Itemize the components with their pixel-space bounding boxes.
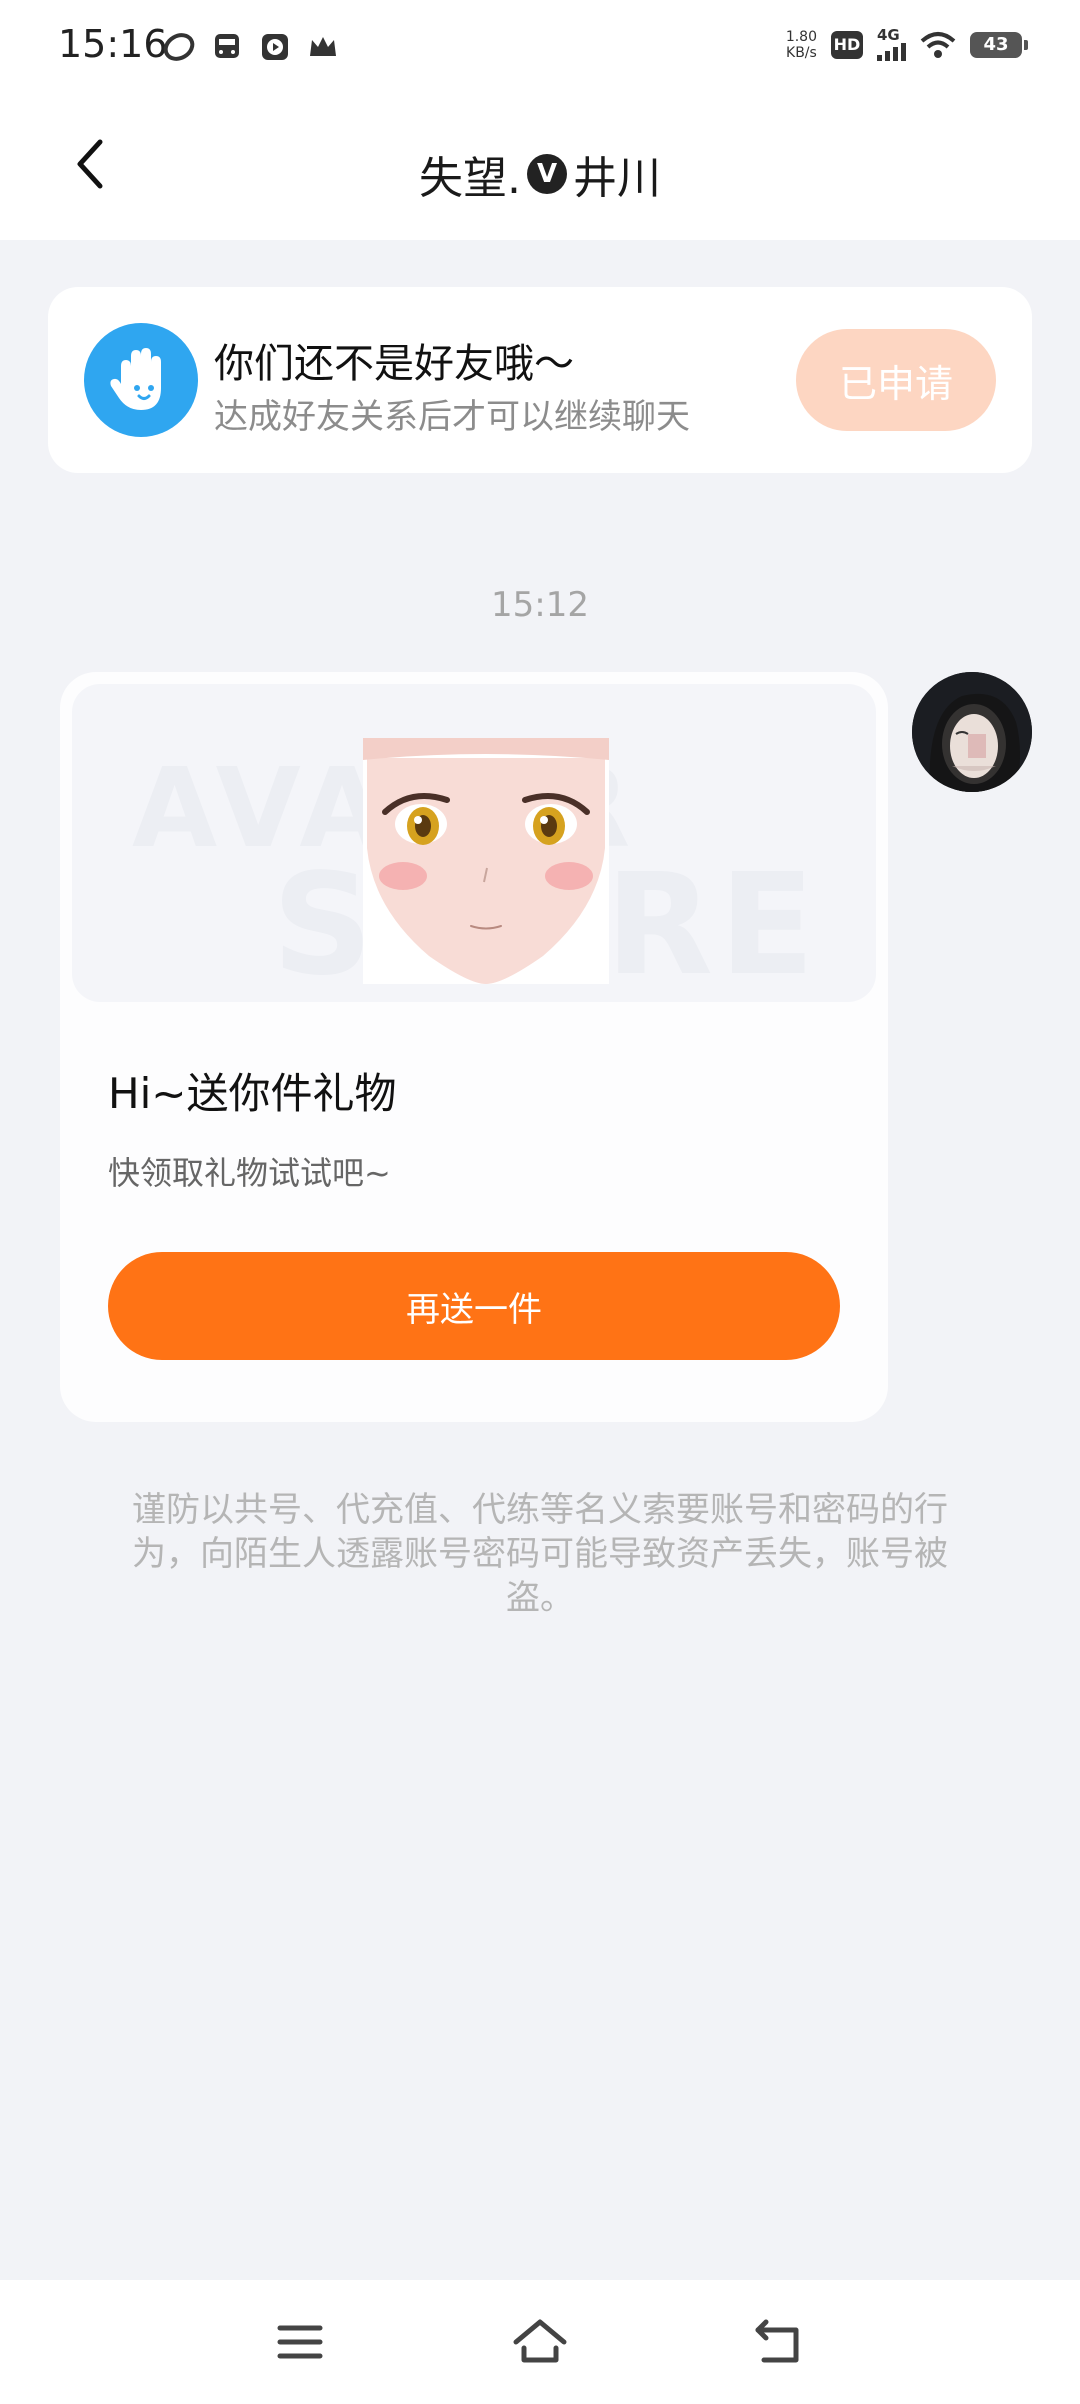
status-system-icons: 1.80 KB/s HD 4G 43 <box>786 28 1028 61</box>
verified-badge-icon: V <box>527 154 567 194</box>
system-nav-bar <box>0 2280 1080 2404</box>
title-name-part1: 失望. <box>419 153 521 204</box>
anime-face-image <box>363 738 609 984</box>
not-friends-notice: 你们还不是好友哦～ 达成好友关系后才可以继续聊天 已申请 <box>48 287 1032 473</box>
gift-message-card[interactable]: AVATAR STORE Hi~送你件礼物 快领取礼物试试吧~ 再送一件 <box>60 672 888 1422</box>
home-icon[interactable] <box>510 2312 570 2372</box>
network-speed: 1.80 KB/s <box>786 29 817 61</box>
chat-header: 失望. V 井川 <box>0 96 1080 240</box>
gift-title: Hi~送你件礼物 <box>108 1069 397 1118</box>
back-icon[interactable] <box>750 2312 810 2372</box>
avatar[interactable] <box>912 672 1032 792</box>
gift-banner: AVATAR STORE <box>72 684 876 1002</box>
status-notification-icons <box>162 30 340 64</box>
signal-icon: 4G <box>877 28 906 61</box>
hand-icon <box>84 323 198 437</box>
security-warning: 谨防以共号、代充值、代练等名义索要账号和密码的行为，向陌生人透露账号密码可能导致… <box>132 1490 948 1618</box>
notice-subtitle: 达成好友关系后才可以继续聊天 <box>214 397 690 437</box>
send-another-gift-button[interactable]: 再送一件 <box>108 1252 840 1360</box>
network-speed-unit: KB/s <box>786 44 817 61</box>
app-notification-icon <box>163 33 195 61</box>
crown-icon <box>310 37 336 56</box>
wifi-icon <box>920 31 956 58</box>
battery-icon: 43 <box>970 31 1028 58</box>
applied-button[interactable]: 已申请 <box>796 329 996 431</box>
status-time: 15:16 <box>58 22 168 66</box>
notice-title: 你们还不是好友哦～ <box>214 341 574 387</box>
menu-icon[interactable] <box>270 2312 330 2372</box>
bus-icon <box>215 34 239 58</box>
title-name-part2: 井川 <box>573 153 661 204</box>
gift-subtitle: 快领取礼物试试吧~ <box>108 1154 391 1192</box>
network-speed-value: 1.80 <box>785 28 817 45</box>
page-title: 失望. V 井川 <box>0 142 1080 206</box>
hd-icon: HD <box>831 30 863 59</box>
network-type: 4G <box>877 26 900 44</box>
play-icon <box>262 34 288 60</box>
status-bar: 15:16 1.80 KB/s HD 4G 43 <box>0 0 1080 96</box>
message-timestamp: 15:12 <box>491 585 589 625</box>
